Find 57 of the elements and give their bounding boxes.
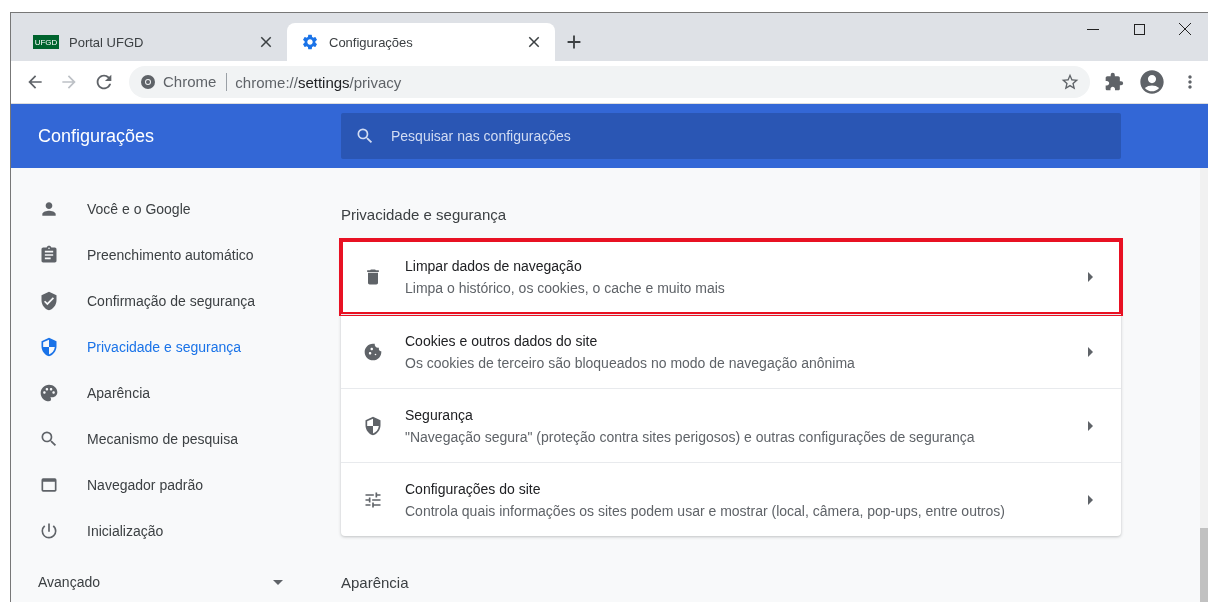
advanced-toggle[interactable]: Avançado [11, 564, 341, 600]
scrollbar[interactable] [1200, 168, 1208, 602]
arrow-right-icon [1088, 420, 1093, 431]
sidebar-item[interactable]: Privacidade e segurança [11, 324, 341, 370]
settings-row[interactable]: Segurança "Navegação segura" (proteção contra sites perigosos) e outras configurações de segurança [341, 388, 1121, 462]
sidebar-item[interactable]: Navegador padrão [11, 462, 341, 508]
shield-icon [363, 415, 383, 436]
row-description: "Navegação segura" (proteção contra sites perigosos) e outras configurações de segurança [405, 428, 976, 445]
chrome-logo-icon [141, 75, 155, 89]
tab-title: Configurações [329, 34, 414, 50]
section-title: Aparência [341, 572, 409, 593]
gear-icon [301, 33, 319, 51]
browser-tab[interactable]: UFGD Portal UFGD [19, 23, 287, 61]
browser-window-icon [39, 475, 59, 495]
row-title: Segurança [405, 406, 474, 423]
row-description: Os cookies de terceiro são bloqueados no modo de navegação anônima [405, 354, 856, 371]
page-title: Configurações [37, 125, 156, 147]
url-text: chrome://settings/privacy [235, 73, 403, 91]
power-icon [39, 521, 59, 541]
star-icon[interactable] [1060, 72, 1080, 92]
shield-check-icon [39, 291, 59, 311]
row-title: Limpar dados de navegação [405, 258, 583, 274]
search-field[interactable]: Pesquisar nas configurações [341, 113, 1121, 159]
sidebar-item[interactable]: Mecanismo de pesquisa [11, 416, 341, 462]
row-title: Cookies e outros dados do site [405, 332, 599, 349]
sidebar-item[interactable]: Aparência [11, 370, 341, 416]
sidebar-item[interactable]: Você e o Google [11, 186, 341, 232]
sidebar-item[interactable]: Preenchimento automático [11, 232, 341, 278]
caret-icon [273, 579, 283, 585]
minimize-icon[interactable] [1087, 28, 1099, 30]
avatar-icon[interactable] [1138, 68, 1166, 96]
clipboard-icon [39, 245, 59, 265]
section-title: Privacidade e segurança [341, 204, 507, 225]
row-description: Limpa o histórico, os cookies, o cache e muito mais [405, 280, 726, 296]
arrow-right-icon [1088, 272, 1093, 282]
sidebar-item[interactable]: Inicialização [11, 508, 341, 554]
search-icon [39, 429, 59, 449]
cookie-icon [363, 341, 383, 362]
palette-icon [39, 383, 59, 403]
search-icon [355, 126, 375, 146]
close-icon[interactable] [1179, 23, 1191, 35]
puzzle-icon[interactable] [1104, 72, 1124, 92]
site-logo-icon: UFGD [33, 35, 59, 49]
maximize-icon[interactable] [1133, 23, 1145, 35]
arrow-right-icon [1088, 346, 1093, 357]
site-chip: Chrome [163, 73, 228, 91]
settings-row[interactable]: Cookies e outros dados do site Os cookies de terceiro são bloqueados no modo de navegação anônima [341, 314, 1121, 388]
sidebar-item[interactable]: Confirmação de segurança [11, 278, 341, 324]
tab-title: Portal UFGD [69, 34, 145, 50]
settings-row[interactable]: Configurações do site Controla quais informações os sites podem usar e mostrar (local, câmera, pop-ups, entre outros) [341, 462, 1121, 536]
shield-icon [39, 337, 59, 357]
arrow-right-icon [1088, 494, 1093, 505]
row-title: Configurações do site [405, 480, 542, 497]
row-description: Controla quais informações os sites podem usar e mostrar (local, câmera, pop-ups, entre outros) [405, 502, 1006, 519]
address-bar[interactable]: Chrome chrome://settings/privacy [129, 66, 1090, 98]
settings-row[interactable]: Limpar dados de navegação Limpa o histórico, os cookies, o cache e muito mais [341, 240, 1121, 314]
browser-tab[interactable]: Configurações [287, 23, 555, 61]
